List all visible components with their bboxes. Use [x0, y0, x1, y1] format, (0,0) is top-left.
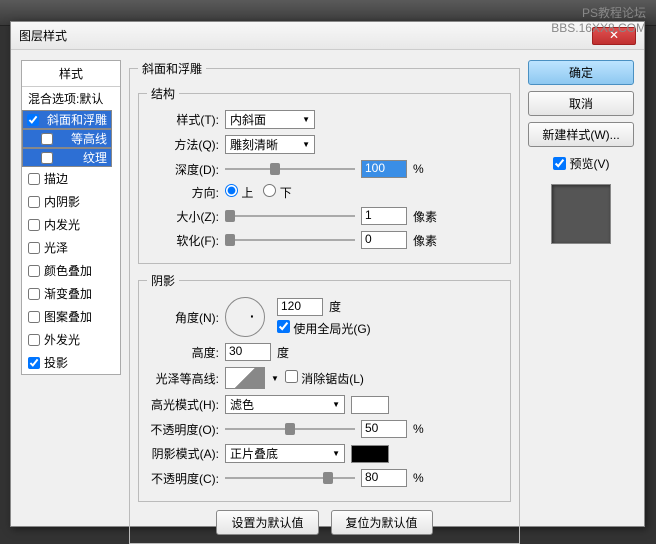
size-slider[interactable] — [225, 208, 355, 224]
style-item-7[interactable]: 颜色叠加 — [22, 259, 120, 282]
gloss-contour-label: 光泽等高线: — [147, 370, 219, 387]
depth-slider[interactable] — [225, 161, 355, 177]
chevron-down-icon[interactable]: ▼ — [271, 374, 279, 383]
depth-label: 深度(D): — [147, 161, 219, 178]
preview-thumbnail — [551, 184, 611, 244]
chevron-down-icon: ▼ — [302, 115, 310, 124]
style-item-8[interactable]: 渐变叠加 — [22, 282, 120, 305]
layer-style-dialog: 图层样式 ✕ 样式 混合选项:默认 斜面和浮雕等高线纹理描边内阴影内发光光泽颜色… — [10, 21, 645, 527]
global-light-checkbox[interactable]: 使用全局光(G) — [277, 320, 371, 337]
shading-fieldset: 阴影 角度(N): 120 度 使用全局光(G) 高度 — [138, 272, 511, 502]
angle-label: 角度(N): — [147, 309, 219, 326]
style-item-10[interactable]: 外发光 — [22, 328, 120, 351]
settings-panel: 斜面和浮雕 结构 样式(T): 内斜面▼ 方法(Q): 雕刻清晰▼ 深度(D): — [129, 60, 520, 516]
chevron-down-icon: ▼ — [332, 400, 340, 409]
highlight-color-swatch[interactable] — [351, 396, 389, 414]
shadow-opacity-label: 不透明度(C): — [147, 470, 219, 487]
highlight-mode-select[interactable]: 滤色▼ — [225, 395, 345, 414]
dialog-title: 图层样式 — [19, 22, 67, 50]
technique-select[interactable]: 雕刻清晰▼ — [225, 135, 315, 154]
technique-label: 方法(Q): — [147, 136, 219, 153]
style-item-6[interactable]: 光泽 — [22, 236, 120, 259]
style-item-11[interactable]: 投影 — [22, 351, 120, 374]
gloss-contour-swatch[interactable] — [225, 367, 265, 389]
style-item-0[interactable]: 斜面和浮雕 — [22, 110, 112, 129]
blending-options-item[interactable]: 混合选项:默认 — [22, 87, 120, 110]
bevel-legend: 斜面和浮雕 — [138, 60, 206, 77]
soften-label: 软化(F): — [147, 232, 219, 249]
dialog-actions: 确定 取消 新建样式(W)... 预览(V) — [528, 60, 634, 516]
style-label: 样式(T): — [147, 111, 219, 128]
size-input[interactable]: 1 — [361, 207, 407, 225]
make-default-button[interactable]: 设置为默认值 — [216, 510, 318, 535]
bevel-fieldset: 斜面和浮雕 结构 样式(T): 内斜面▼ 方法(Q): 雕刻清晰▼ 深度(D): — [129, 60, 520, 544]
soften-slider[interactable] — [225, 232, 355, 248]
antialias-checkbox[interactable]: 消除锯齿(L) — [285, 370, 364, 387]
angle-input[interactable]: 120 — [277, 298, 323, 316]
style-select[interactable]: 内斜面▼ — [225, 110, 315, 129]
style-item-3[interactable]: 描边 — [22, 167, 120, 190]
direction-down-radio[interactable]: 下 — [263, 184, 291, 201]
direction-up-radio[interactable]: 上 — [225, 184, 253, 201]
highlight-mode-label: 高光模式(H): — [147, 396, 219, 413]
chevron-down-icon: ▼ — [332, 449, 340, 458]
new-style-button[interactable]: 新建样式(W)... — [528, 122, 634, 147]
style-item-2[interactable]: 纹理 — [22, 148, 112, 167]
watermark: PS教程论坛 BBS.16XX8.COM — [551, 4, 646, 35]
styles-list-panel: 样式 混合选项:默认 斜面和浮雕等高线纹理描边内阴影内发光光泽颜色叠加渐变叠加图… — [21, 60, 121, 516]
style-item-4[interactable]: 内阴影 — [22, 190, 120, 213]
style-item-5[interactable]: 内发光 — [22, 213, 120, 236]
ok-button[interactable]: 确定 — [528, 60, 634, 85]
style-item-1[interactable]: 等高线 — [22, 129, 112, 148]
shadow-opacity-slider[interactable] — [225, 470, 355, 486]
shadow-color-swatch[interactable] — [351, 445, 389, 463]
style-item-9[interactable]: 图案叠加 — [22, 305, 120, 328]
soften-input[interactable]: 0 — [361, 231, 407, 249]
angle-dial[interactable] — [225, 297, 265, 337]
structure-fieldset: 结构 样式(T): 内斜面▼ 方法(Q): 雕刻清晰▼ 深度(D): 100 % — [138, 85, 511, 264]
size-label: 大小(Z): — [147, 208, 219, 225]
highlight-opacity-slider[interactable] — [225, 421, 355, 437]
cancel-button[interactable]: 取消 — [528, 91, 634, 116]
shadow-opacity-input[interactable]: 80 — [361, 469, 407, 487]
styles-header: 样式 — [22, 61, 120, 87]
depth-input[interactable]: 100 — [361, 160, 407, 178]
shadow-mode-select[interactable]: 正片叠底▼ — [225, 444, 345, 463]
shadow-mode-label: 阴影模式(A): — [147, 445, 219, 462]
highlight-opacity-input[interactable]: 50 — [361, 420, 407, 438]
altitude-input[interactable]: 30 — [225, 343, 271, 361]
altitude-label: 高度: — [147, 344, 219, 361]
highlight-opacity-label: 不透明度(O): — [147, 421, 219, 438]
reset-default-button[interactable]: 复位为默认值 — [331, 510, 433, 535]
dialog-titlebar: 图层样式 ✕ — [11, 22, 644, 50]
preview-checkbox[interactable]: 预览(V) — [528, 155, 634, 172]
chevron-down-icon: ▼ — [302, 140, 310, 149]
direction-label: 方向: — [147, 184, 219, 201]
